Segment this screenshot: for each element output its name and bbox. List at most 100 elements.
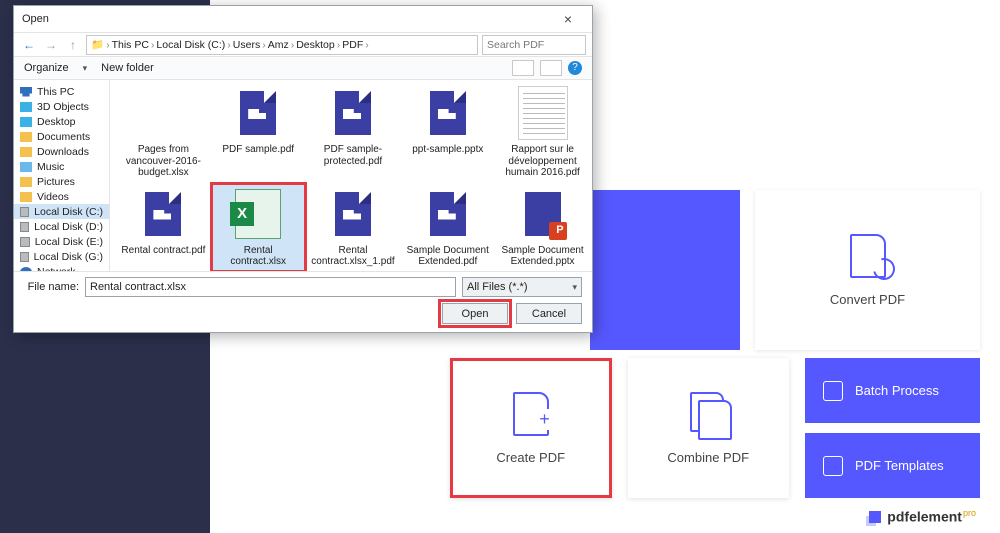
file-thumb bbox=[518, 86, 568, 140]
create-icon bbox=[513, 392, 549, 436]
breadcrumb-part[interactable]: Users bbox=[233, 39, 260, 51]
brand-logo: pdfelementpro bbox=[869, 508, 976, 525]
breadcrumb-part[interactable]: This PC bbox=[112, 39, 149, 51]
folder-icon bbox=[20, 117, 32, 127]
file-name: Rental contract.xlsx bbox=[215, 245, 301, 268]
combine-label: Combine PDF bbox=[667, 450, 749, 465]
file-thumb bbox=[335, 192, 371, 236]
organize-menu[interactable]: Organize bbox=[24, 62, 69, 74]
file-thumb bbox=[430, 192, 466, 236]
convert-label: Convert PDF bbox=[830, 292, 905, 307]
folder-icon bbox=[20, 252, 29, 262]
file-name: Sample Document Extended.pdf bbox=[405, 245, 491, 268]
tree-item[interactable]: Local Disk (E:) bbox=[14, 234, 109, 249]
new-folder-button[interactable]: New folder bbox=[101, 62, 154, 74]
breadcrumb[interactable]: 📁›This PC›Local Disk (C:)›Users›Amz›Desk… bbox=[86, 35, 478, 55]
folder-tree: This PC3D ObjectsDesktopDocumentsDownloa… bbox=[14, 80, 110, 271]
folder-icon bbox=[20, 162, 32, 172]
file-item[interactable]: PDF sample-protected.pdf bbox=[306, 82, 401, 183]
batch-process-tile[interactable]: Batch Process bbox=[805, 358, 980, 423]
breadcrumb-part[interactable]: Desktop bbox=[296, 39, 335, 51]
breadcrumb-part[interactable]: Local Disk (C:) bbox=[156, 39, 225, 51]
file-item[interactable]: Pages from vancouver-2016-budget.xlsx bbox=[116, 82, 211, 183]
tree-item[interactable]: Downloads bbox=[14, 144, 109, 159]
help-button[interactable]: ? bbox=[568, 61, 582, 75]
file-name: Pages from vancouver-2016-budget.xlsx bbox=[120, 144, 206, 179]
file-item[interactable]: Rental contract.pdf bbox=[116, 183, 211, 272]
file-name: Rental contract.pdf bbox=[121, 245, 205, 257]
folder-icon bbox=[20, 102, 32, 112]
app-accent-block bbox=[590, 190, 740, 350]
file-item[interactable]: Rental contract.xlsx_1.pdf bbox=[306, 183, 401, 272]
tree-item[interactable]: Local Disk (G:) bbox=[14, 249, 109, 264]
folder-icon bbox=[20, 237, 30, 247]
filename-input[interactable]: Rental contract.xlsx bbox=[85, 277, 456, 297]
batch-label: Batch Process bbox=[855, 383, 939, 398]
combine-pdf-tile[interactable]: Combine PDF bbox=[628, 358, 790, 498]
create-pdf-tile[interactable]: Create PDF bbox=[450, 358, 612, 498]
file-name: ppt-sample.pptx bbox=[412, 144, 483, 156]
file-name: PDF sample.pdf bbox=[222, 144, 294, 156]
file-item[interactable]: ppt-sample.pptx bbox=[400, 82, 495, 183]
folder-icon bbox=[20, 222, 29, 232]
file-thumb bbox=[240, 91, 276, 135]
file-thumb bbox=[145, 192, 181, 236]
file-item[interactable]: Rapport sur le développement humain 2016… bbox=[495, 82, 590, 183]
brand-icon bbox=[869, 511, 881, 523]
tree-item[interactable]: Documents bbox=[14, 129, 109, 144]
breadcrumb-part[interactable]: Amz bbox=[268, 39, 289, 51]
search-input[interactable]: Search PDF bbox=[482, 35, 586, 55]
nav-forward-button[interactable]: → bbox=[42, 38, 60, 52]
preview-pane-button[interactable] bbox=[540, 60, 562, 76]
batch-icon bbox=[823, 381, 843, 401]
file-item[interactable]: Rental contract.xlsx bbox=[211, 183, 306, 272]
tree-item[interactable]: Desktop bbox=[14, 114, 109, 129]
open-dialog: Open × ← → ↑ 📁›This PC›Local Disk (C:)›U… bbox=[13, 5, 593, 333]
close-button[interactable]: × bbox=[552, 11, 584, 27]
folder-icon bbox=[20, 147, 32, 157]
templates-icon bbox=[823, 456, 843, 476]
view-mode-button[interactable] bbox=[512, 60, 534, 76]
file-item[interactable]: Sample Document Extended.pdf bbox=[400, 183, 495, 272]
file-item[interactable]: PDF sample.pdf bbox=[211, 82, 306, 183]
dialog-titlebar: Open × bbox=[14, 6, 592, 32]
file-name: PDF sample-protected.pdf bbox=[310, 144, 396, 167]
file-name: Sample Document Extended.pptx bbox=[500, 245, 586, 268]
tree-item[interactable]: Local Disk (D:) bbox=[14, 219, 109, 234]
folder-icon bbox=[20, 192, 32, 202]
file-item[interactable]: Sample Document Extended.pptx bbox=[495, 183, 590, 272]
create-label: Create PDF bbox=[496, 450, 565, 465]
file-grid: Pages from vancouver-2016-budget.xlsx PDF… bbox=[110, 80, 592, 271]
dialog-title: Open bbox=[22, 13, 49, 25]
open-button[interactable]: Open bbox=[442, 303, 508, 324]
tree-item[interactable]: Local Disk (C:) bbox=[14, 204, 109, 219]
pdf-templates-tile[interactable]: PDF Templates bbox=[805, 433, 980, 498]
file-name: Rapport sur le développement humain 2016… bbox=[500, 144, 586, 179]
file-type-filter[interactable]: All Files (*.*)▾ bbox=[462, 277, 582, 297]
nav-up-button[interactable]: ↑ bbox=[64, 38, 82, 52]
file-thumb bbox=[430, 91, 466, 135]
tree-item[interactable]: Videos bbox=[14, 189, 109, 204]
breadcrumb-part[interactable]: PDF bbox=[342, 39, 363, 51]
tree-item[interactable]: Pictures bbox=[14, 174, 109, 189]
file-thumb bbox=[235, 189, 281, 239]
file-thumb bbox=[335, 91, 371, 135]
convert-pdf-tile[interactable]: Convert PDF bbox=[755, 190, 980, 350]
tree-item[interactable]: Music bbox=[14, 159, 109, 174]
folder-icon bbox=[20, 132, 32, 142]
file-thumb bbox=[525, 192, 561, 236]
filename-label: File name: bbox=[24, 281, 79, 293]
search-placeholder: Search PDF bbox=[487, 39, 544, 51]
cancel-button[interactable]: Cancel bbox=[516, 303, 582, 324]
templates-label: PDF Templates bbox=[855, 458, 944, 473]
combine-icon bbox=[690, 392, 726, 436]
folder-icon bbox=[20, 87, 32, 97]
convert-icon bbox=[850, 234, 886, 278]
tree-item[interactable]: Network bbox=[14, 264, 109, 271]
file-name: Rental contract.xlsx_1.pdf bbox=[310, 245, 396, 268]
nav-back-button[interactable]: ← bbox=[20, 38, 38, 52]
folder-icon bbox=[20, 177, 32, 187]
folder-icon bbox=[20, 207, 29, 217]
tree-item[interactable]: This PC bbox=[14, 84, 109, 99]
tree-item[interactable]: 3D Objects bbox=[14, 99, 109, 114]
